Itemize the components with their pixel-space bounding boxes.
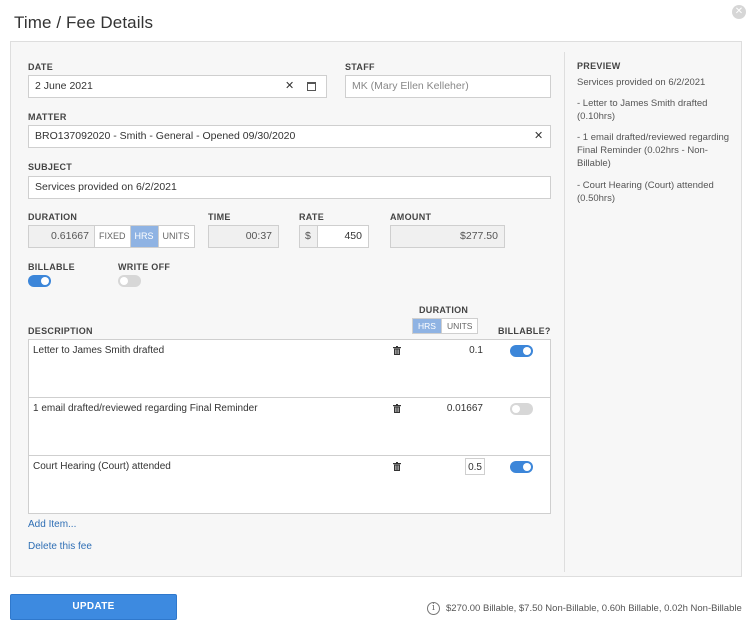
info-icon: i — [427, 602, 440, 615]
delete-fee-link[interactable]: Delete this fee — [28, 541, 92, 552]
preview-divider — [564, 52, 565, 572]
time-field: 00:37 — [208, 225, 279, 248]
update-button[interactable]: UPDATE — [10, 594, 177, 620]
description-list: Letter to James Smith drafted 0.1 1 emai… — [28, 339, 551, 514]
amount-label: AMOUNT — [390, 212, 432, 222]
billable-column-label: BILLABLE? — [498, 326, 551, 336]
item-description[interactable]: Court Hearing (Court) attended — [33, 461, 171, 472]
matter-label: MATTER — [28, 112, 67, 122]
item-billable-toggle[interactable] — [510, 345, 533, 357]
clear-matter-icon[interactable]: ✕ — [534, 126, 543, 147]
clear-date-icon[interactable]: ✕ — [285, 76, 294, 97]
staff-placeholder: MK (Mary Ellen Kelleher) — [352, 80, 469, 92]
item-billable-toggle[interactable] — [510, 403, 533, 415]
duration-fixed-option[interactable]: FIXED — [94, 226, 130, 247]
matter-value: BRO137092020 - Smith - General - Opened … — [35, 130, 296, 142]
list-item: Letter to James Smith drafted 0.1 — [29, 340, 550, 398]
duration-control: 0.61667 FIXED HRS UNITS — [28, 225, 195, 248]
close-icon[interactable]: ✕ — [732, 5, 746, 19]
item-duration-input[interactable]: 0.01667 — [443, 400, 483, 417]
billable-toggle[interactable] — [28, 275, 51, 287]
trash-icon[interactable] — [393, 346, 401, 355]
fee-summary-text: $270.00 Billable, $7.50 Non-Billable, 0.… — [446, 603, 742, 614]
duration-value: 0.61667 — [29, 226, 94, 247]
matter-field[interactable]: BRO137092020 - Smith - General - Opened … — [28, 125, 551, 148]
write-off-toggle[interactable] — [118, 275, 141, 287]
item-billable-toggle[interactable] — [510, 461, 533, 473]
item-description[interactable]: 1 email drafted/reviewed regarding Final… — [33, 403, 258, 414]
trash-icon[interactable] — [393, 462, 401, 471]
date-value: 2 June 2021 — [35, 80, 93, 92]
billable-label: BILLABLE — [28, 262, 75, 272]
rate-value: 450 — [344, 230, 362, 242]
duration-label: DURATION — [28, 212, 78, 222]
date-field[interactable]: 2 June 2021 — [28, 75, 327, 98]
fee-summary: i $270.00 Billable, $7.50 Non-Billable, … — [427, 602, 742, 615]
item-duration-input[interactable]: 0.1 — [453, 342, 483, 359]
item-duration-label: DURATION — [419, 305, 469, 315]
calendar-icon[interactable] — [307, 82, 316, 91]
date-label: DATE — [28, 62, 54, 72]
rate-label: RATE — [299, 212, 325, 222]
add-item-link[interactable]: Add Item... — [28, 519, 76, 530]
write-off-label: WRITE OFF — [118, 262, 171, 272]
staff-field[interactable]: MK (Mary Ellen Kelleher) — [345, 75, 551, 98]
description-label: DESCRIPTION — [28, 326, 93, 336]
subject-field[interactable]: Services provided on 6/2/2021 — [28, 176, 551, 199]
preview-line: - Letter to James Smith drafted (0.10hrs… — [577, 98, 708, 122]
amount-value: $277.50 — [460, 230, 498, 242]
preview-title: PREVIEW — [577, 61, 621, 71]
dialog-title: Time / Fee Details — [14, 13, 154, 32]
duration-units-option[interactable]: UNITS — [157, 226, 194, 247]
item-description[interactable]: Letter to James Smith drafted — [33, 345, 164, 356]
preview-heading: Services provided on 6/2/2021 — [577, 77, 706, 88]
item-duration-hrs-option[interactable]: HRS — [413, 319, 441, 333]
fee-details-panel: DATE 2 June 2021 ✕ STAFF MK (Mary Ellen … — [10, 41, 742, 577]
list-item: 1 email drafted/reviewed regarding Final… — [29, 398, 550, 456]
time-label: TIME — [208, 212, 231, 222]
preview-line: - 1 email drafted/reviewed regarding Fin… — [577, 132, 730, 169]
item-duration-unit-toggle: HRS UNITS — [412, 318, 479, 334]
rate-currency: $ — [305, 230, 311, 242]
subject-value: Services provided on 6/2/2021 — [35, 181, 177, 193]
item-duration-units-option[interactable]: UNITS — [440, 319, 478, 333]
duration-hrs-option[interactable]: HRS — [129, 226, 158, 247]
time-value: 00:37 — [245, 230, 272, 242]
rate-field[interactable]: 450 — [317, 225, 369, 248]
rate-prefix: $ — [299, 225, 318, 248]
subject-label: SUBJECT — [28, 162, 73, 172]
trash-icon[interactable] — [393, 404, 401, 413]
amount-field: $277.50 — [390, 225, 505, 248]
list-item: Court Hearing (Court) attended 0.5 — [29, 456, 550, 514]
item-duration-input[interactable]: 0.5 — [465, 458, 485, 475]
preview-line: - Court Hearing (Court) attended (0.50hr… — [577, 180, 714, 204]
staff-label: STAFF — [345, 62, 375, 72]
